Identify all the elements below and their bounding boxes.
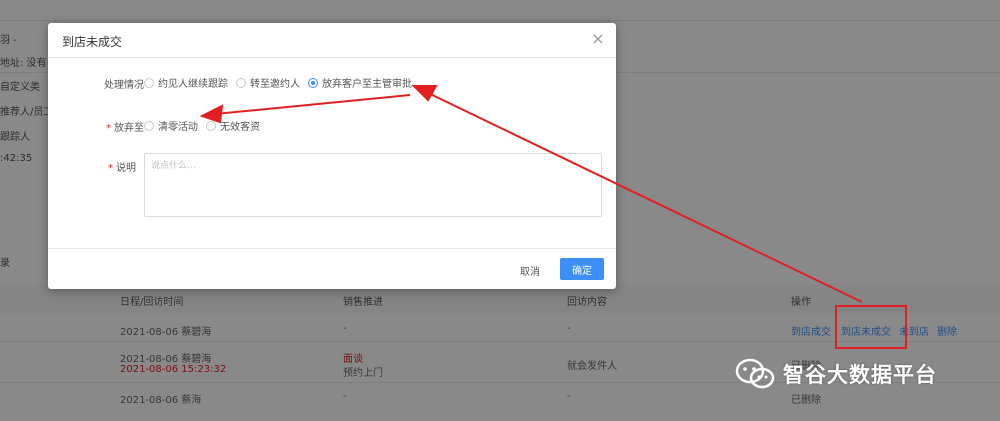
wechat-icon bbox=[735, 358, 775, 389]
watermark-text: 智谷大数据平台 bbox=[783, 363, 937, 387]
arrow-to-abandon bbox=[214, 94, 411, 115]
arrow-head-icon bbox=[411, 85, 438, 102]
watermark: 智谷大数据平台 bbox=[735, 358, 937, 390]
arrow-head-icon bbox=[199, 104, 224, 124]
arrow-to-radio bbox=[423, 90, 863, 303]
